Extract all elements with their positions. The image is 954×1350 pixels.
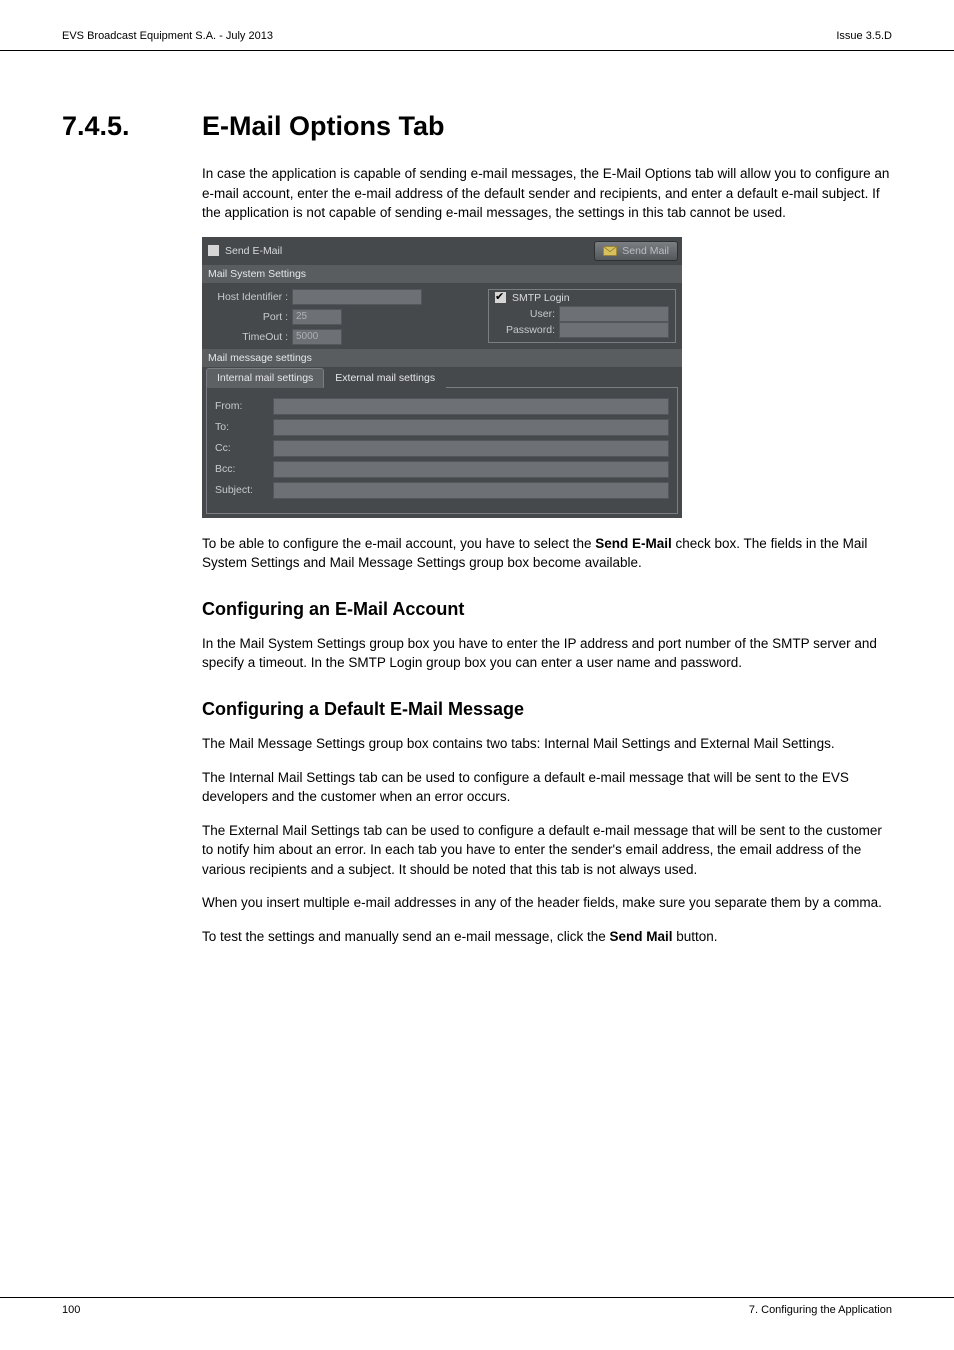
paragraph-external: The External Mail Settings tab can be us… — [202, 821, 892, 880]
timeout-input[interactable]: 5000 — [292, 329, 342, 345]
text-span: button. — [672, 929, 717, 944]
host-identifier-label: Host Identifier : — [208, 291, 288, 303]
subject-input[interactable] — [273, 482, 669, 499]
footer-rule — [0, 1297, 954, 1298]
page-number: 100 — [62, 1304, 80, 1316]
bcc-input[interactable] — [273, 461, 669, 478]
smtp-login-checkbox[interactable] — [495, 292, 506, 303]
paragraph-tabs: The Mail Message Settings group box cont… — [202, 734, 892, 754]
timeout-label: TimeOut : — [208, 331, 288, 343]
mail-message-tab-pane: From: To: Cc: Bcc: Subject: — [206, 387, 678, 514]
heading-configuring-account: Configuring an E-Mail Account — [202, 599, 892, 620]
to-input[interactable] — [273, 419, 669, 436]
after-shot-paragraph: To be able to configure the e-mail accou… — [202, 534, 892, 573]
tab-external-mail[interactable]: External mail settings — [324, 368, 446, 388]
bold-send-mail: Send Mail — [609, 929, 672, 944]
cc-label: Cc: — [215, 442, 267, 454]
from-label: From: — [215, 400, 267, 412]
envelope-icon — [603, 246, 617, 256]
paragraph-test: To test the settings and manually send a… — [202, 927, 892, 947]
mail-system-settings-bar: Mail System Settings — [202, 265, 682, 283]
host-identifier-input[interactable] — [292, 289, 422, 305]
smtp-login-label: SMTP Login — [512, 292, 570, 304]
header-rule — [0, 50, 954, 51]
email-options-screenshot: Send E-Mail Send Mail Mail System Settin… — [202, 237, 682, 518]
send-mail-button[interactable]: Send Mail — [594, 241, 678, 261]
paragraph-multiple: When you insert multiple e-mail addresse… — [202, 893, 892, 913]
tab-internal-mail[interactable]: Internal mail settings — [206, 368, 324, 388]
password-input[interactable] — [559, 322, 669, 338]
to-label: To: — [215, 421, 267, 433]
send-mail-label: Send Mail — [622, 245, 669, 257]
header-right: Issue 3.5.D — [836, 30, 892, 42]
from-input[interactable] — [273, 398, 669, 415]
subject-label: Subject: — [215, 484, 267, 496]
checkbox-icon — [208, 245, 219, 256]
mail-message-settings-bar: Mail message settings — [202, 349, 682, 367]
footer-chapter: 7. Configuring the Application — [749, 1304, 892, 1316]
port-input[interactable]: 25 — [292, 309, 342, 325]
heading-configuring-message: Configuring a Default E-Mail Message — [202, 699, 892, 720]
bold-send-email: Send E-Mail — [595, 536, 672, 551]
send-email-checkbox[interactable]: Send E-Mail — [208, 245, 282, 257]
send-email-label: Send E-Mail — [225, 245, 282, 257]
password-label: Password: — [495, 324, 555, 336]
user-input[interactable] — [559, 306, 669, 322]
user-label: User: — [495, 308, 555, 320]
paragraph-account: In the Mail System Settings group box yo… — [202, 634, 892, 673]
bcc-label: Bcc: — [215, 463, 267, 475]
text-span: To test the settings and manually send a… — [202, 929, 609, 944]
intro-paragraph: In case the application is capable of se… — [202, 164, 892, 223]
paragraph-internal: The Internal Mail Settings tab can be us… — [202, 768, 892, 807]
smtp-login-group: SMTP Login User: Password: — [488, 289, 676, 343]
port-label: Port : — [208, 311, 288, 323]
cc-input[interactable] — [273, 440, 669, 457]
section-number: 7.4.5. — [62, 111, 202, 142]
section-title: E-Mail Options Tab — [202, 111, 445, 142]
header-left: EVS Broadcast Equipment S.A. - July 2013 — [62, 30, 273, 42]
text-span: To be able to configure the e-mail accou… — [202, 536, 595, 551]
